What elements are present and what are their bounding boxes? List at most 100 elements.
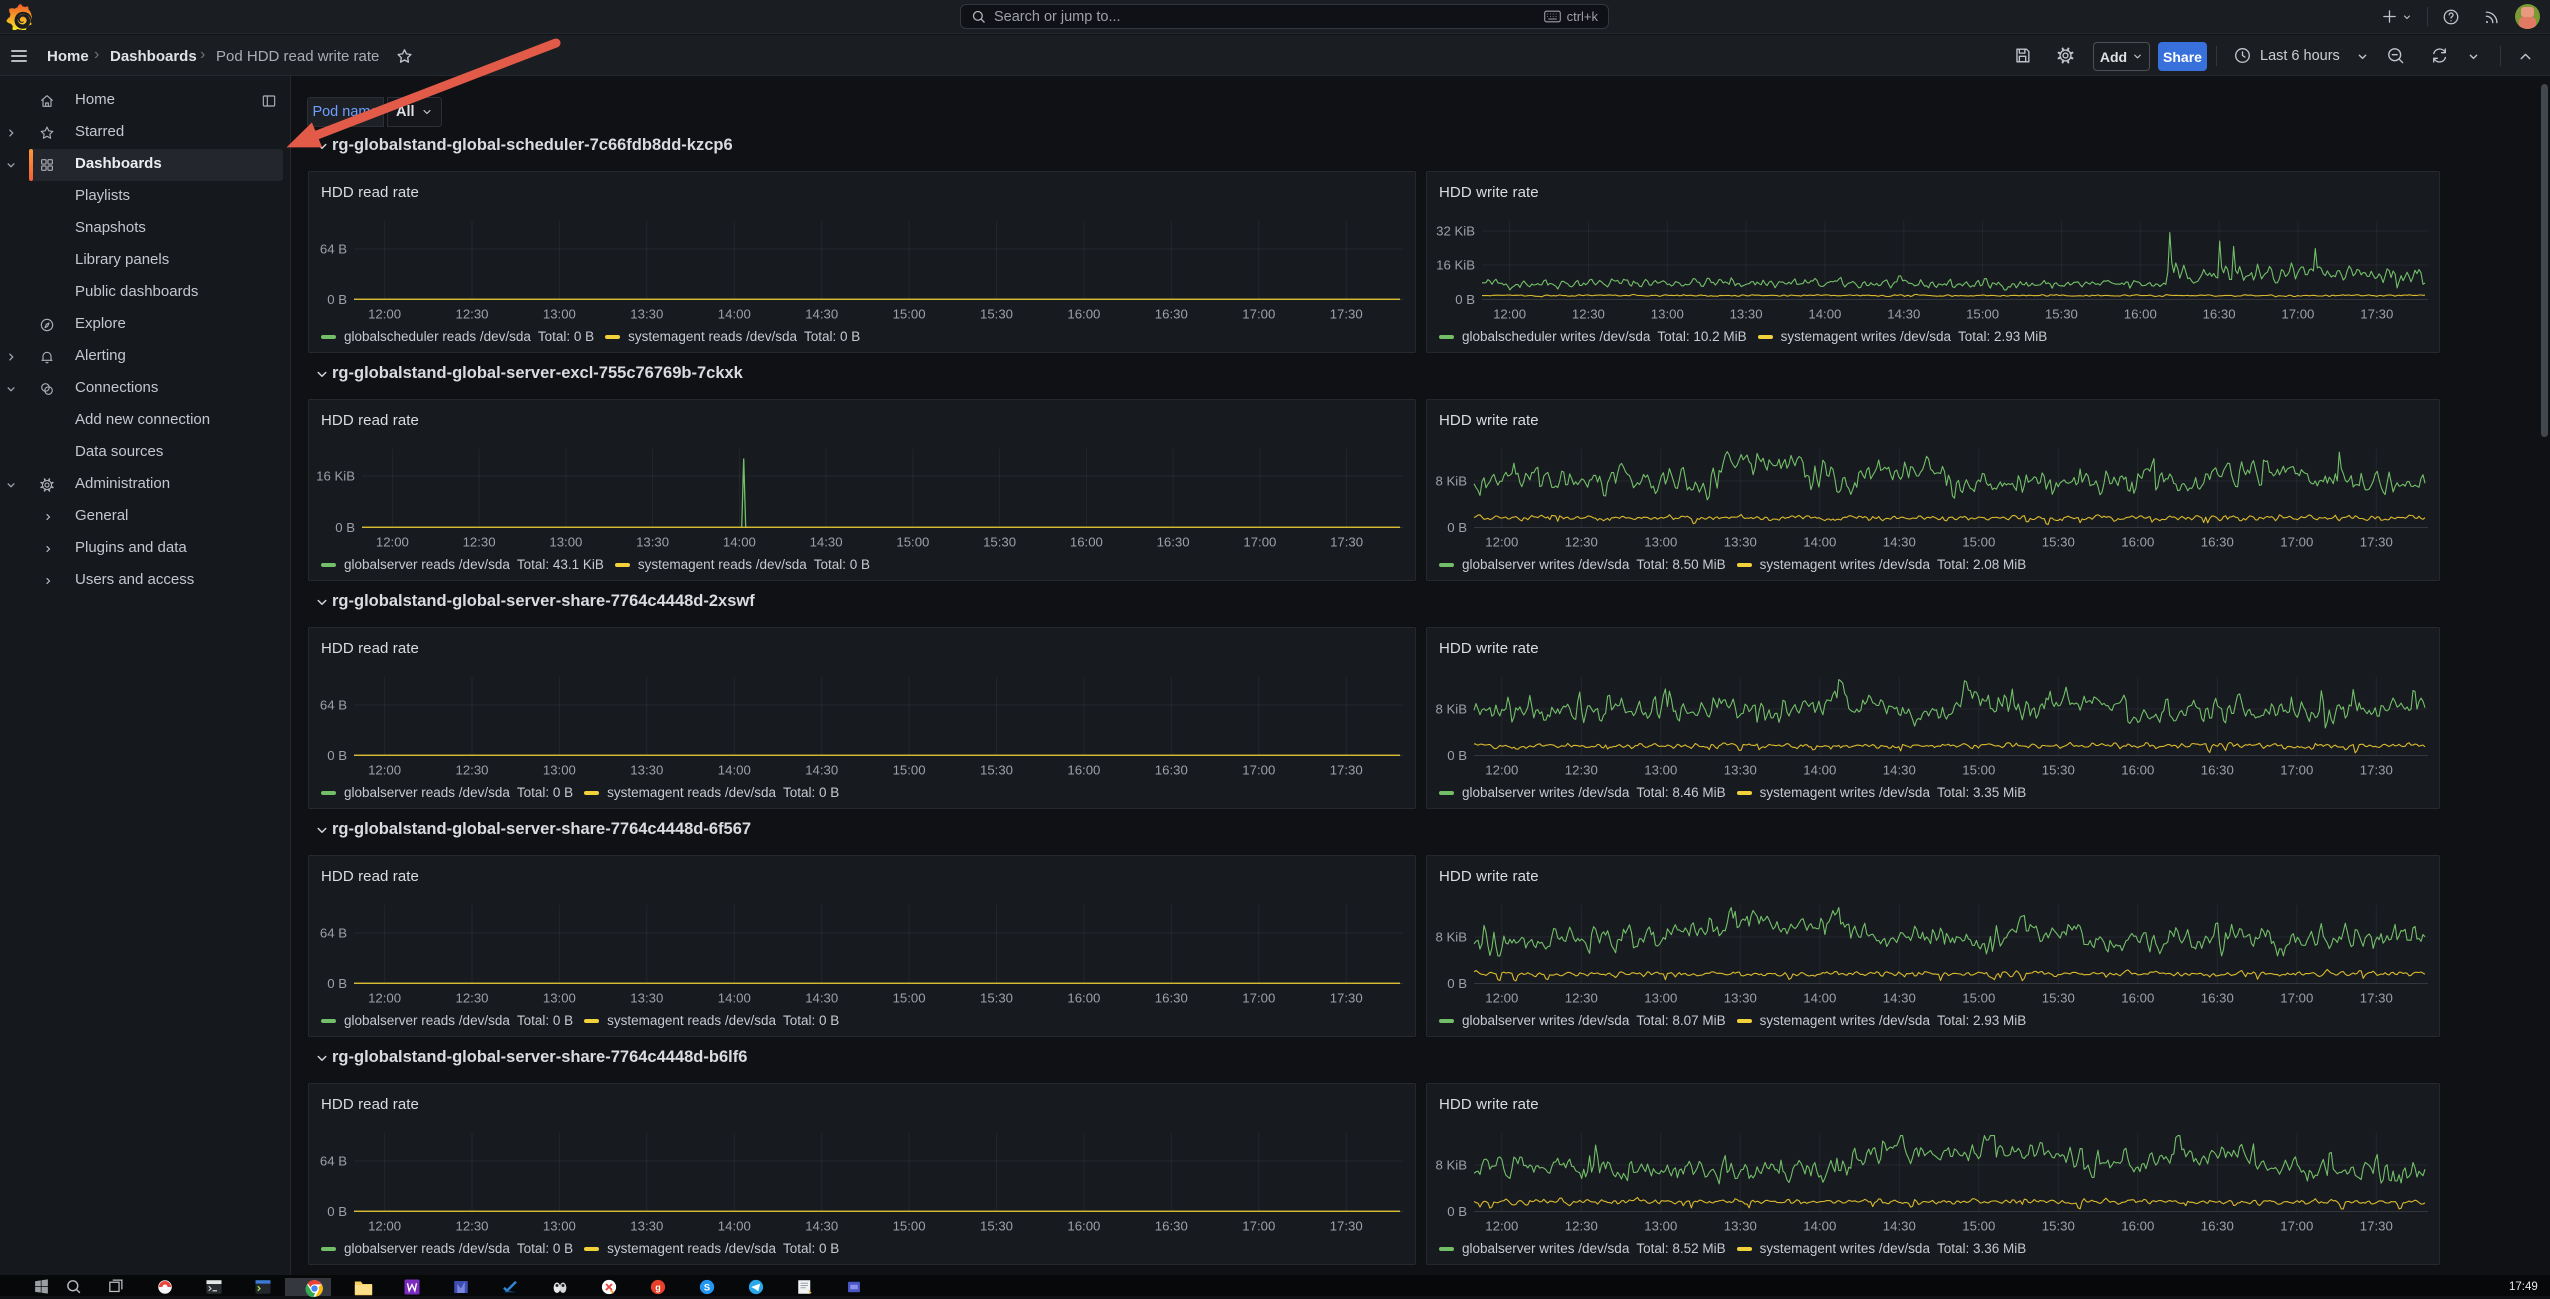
svg-text:12:30: 12:30 [1565, 763, 1598, 778]
svg-text:13:30: 13:30 [1724, 991, 1757, 1006]
svg-text:17:30: 17:30 [1330, 1219, 1363, 1234]
svg-text:16:00: 16:00 [2121, 1219, 2154, 1234]
svg-text:12:00: 12:00 [368, 1219, 401, 1234]
svg-text:0 B: 0 B [327, 1204, 347, 1219]
svg-text:13:00: 13:00 [543, 1219, 576, 1234]
svg-text:16:30: 16:30 [1155, 763, 1188, 778]
svg-text:17:00: 17:00 [1242, 1219, 1275, 1234]
svg-text:14:30: 14:30 [805, 991, 838, 1006]
svg-text:14:00: 14:00 [1803, 1219, 1836, 1234]
svg-text:17:00: 17:00 [1242, 763, 1275, 778]
svg-text:17:30: 17:30 [2360, 763, 2393, 778]
svg-text:12:30: 12:30 [1565, 535, 1598, 550]
svg-text:17:00: 17:00 [1243, 535, 1276, 550]
svg-text:g: g [655, 1282, 661, 1292]
svg-text:64 B: 64 B [320, 1154, 347, 1169]
svg-text:0 B: 0 B [1447, 748, 1467, 763]
svg-text:15:30: 15:30 [980, 991, 1013, 1006]
svg-text:15:00: 15:00 [893, 1219, 926, 1234]
svg-text:13:00: 13:00 [549, 535, 582, 550]
svg-text:14:00: 14:00 [718, 1219, 751, 1234]
svg-text:16:30: 16:30 [2201, 763, 2234, 778]
svg-text:13:30: 13:30 [1724, 763, 1757, 778]
svg-text:8 KiB: 8 KiB [1435, 930, 1467, 945]
svg-text:15:00: 15:00 [893, 763, 926, 778]
svg-text:14:00: 14:00 [1803, 763, 1836, 778]
svg-text:17:00: 17:00 [2280, 991, 2313, 1006]
svg-text:13:00: 13:00 [1644, 535, 1677, 550]
svg-text:12:30: 12:30 [455, 991, 488, 1006]
svg-text:16:30: 16:30 [1155, 1219, 1188, 1234]
svg-text:12:00: 12:00 [368, 307, 401, 322]
svg-text:15:30: 15:30 [2045, 307, 2078, 322]
svg-text:12:30: 12:30 [1572, 307, 1605, 322]
svg-text:17:00: 17:00 [1242, 307, 1275, 322]
svg-text:0 B: 0 B [1455, 292, 1475, 307]
svg-text:16:00: 16:00 [1070, 535, 1103, 550]
svg-text:13:30: 13:30 [630, 307, 663, 322]
svg-text:8 KiB: 8 KiB [1435, 474, 1467, 489]
svg-text:0 B: 0 B [1447, 976, 1467, 991]
svg-text:13:30: 13:30 [1730, 307, 1763, 322]
svg-text:13:30: 13:30 [636, 535, 669, 550]
svg-text:13:30: 13:30 [630, 1219, 663, 1234]
svg-text:13:00: 13:00 [1644, 991, 1677, 1006]
svg-text:15:30: 15:30 [980, 307, 1013, 322]
svg-text:12:30: 12:30 [455, 763, 488, 778]
svg-text:17:30: 17:30 [2360, 535, 2393, 550]
svg-text:16:00: 16:00 [2124, 307, 2157, 322]
svg-text:14:30: 14:30 [1883, 991, 1916, 1006]
svg-text:0 B: 0 B [1447, 520, 1467, 535]
svg-text:16:30: 16:30 [2201, 1219, 2234, 1234]
svg-text:13:00: 13:00 [1651, 307, 1684, 322]
svg-text:15:30: 15:30 [983, 535, 1016, 550]
svg-text:12:00: 12:00 [1485, 763, 1518, 778]
svg-text:14:30: 14:30 [805, 307, 838, 322]
svg-text:12:30: 12:30 [1565, 991, 1598, 1006]
svg-text:13:00: 13:00 [543, 991, 576, 1006]
svg-text:14:00: 14:00 [1803, 991, 1836, 1006]
svg-text:64 B: 64 B [320, 698, 347, 713]
svg-text:14:30: 14:30 [805, 763, 838, 778]
svg-text:14:00: 14:00 [718, 991, 751, 1006]
svg-text:0 B: 0 B [327, 748, 347, 763]
svg-text:15:00: 15:00 [1966, 307, 1999, 322]
svg-text:12:30: 12:30 [463, 535, 496, 550]
svg-text:13:00: 13:00 [543, 307, 576, 322]
svg-text:17:00: 17:00 [2281, 307, 2314, 322]
svg-text:15:00: 15:00 [1962, 763, 1995, 778]
svg-text:15:00: 15:00 [896, 535, 929, 550]
svg-text:12:00: 12:00 [1485, 535, 1518, 550]
svg-text:15:00: 15:00 [1962, 535, 1995, 550]
svg-text:0 B: 0 B [335, 520, 355, 535]
svg-text:14:00: 14:00 [1803, 535, 1836, 550]
svg-text:17:30: 17:30 [2360, 1219, 2393, 1234]
svg-text:17:00: 17:00 [2280, 535, 2313, 550]
svg-text:17:00: 17:00 [1242, 991, 1275, 1006]
svg-text:14:00: 14:00 [718, 307, 751, 322]
svg-text:14:30: 14:30 [1883, 535, 1916, 550]
svg-text:S: S [704, 1282, 710, 1292]
svg-text:0 B: 0 B [327, 292, 347, 307]
svg-text:15:30: 15:30 [2042, 1219, 2075, 1234]
svg-text:16 KiB: 16 KiB [316, 469, 355, 484]
svg-text:64 B: 64 B [320, 926, 347, 941]
svg-text:16:00: 16:00 [2121, 763, 2154, 778]
svg-text:14:30: 14:30 [810, 535, 843, 550]
svg-text:16:30: 16:30 [2201, 535, 2234, 550]
svg-text:16:00: 16:00 [1067, 991, 1100, 1006]
svg-text:15:30: 15:30 [2042, 991, 2075, 1006]
svg-text:12:30: 12:30 [1565, 1219, 1598, 1234]
svg-text:16:00: 16:00 [1067, 763, 1100, 778]
svg-text:15:00: 15:00 [1962, 991, 1995, 1006]
svg-text:13:00: 13:00 [543, 763, 576, 778]
svg-text:14:30: 14:30 [805, 1219, 838, 1234]
svg-text:12:00: 12:00 [368, 991, 401, 1006]
svg-text:16:30: 16:30 [1155, 991, 1188, 1006]
svg-text:13:00: 13:00 [1644, 763, 1677, 778]
svg-text:12:00: 12:00 [1485, 991, 1518, 1006]
svg-text:13:30: 13:30 [1724, 535, 1757, 550]
svg-text:14:00: 14:00 [1808, 307, 1841, 322]
svg-text:0 B: 0 B [1447, 1204, 1467, 1219]
svg-text:13:30: 13:30 [630, 763, 663, 778]
